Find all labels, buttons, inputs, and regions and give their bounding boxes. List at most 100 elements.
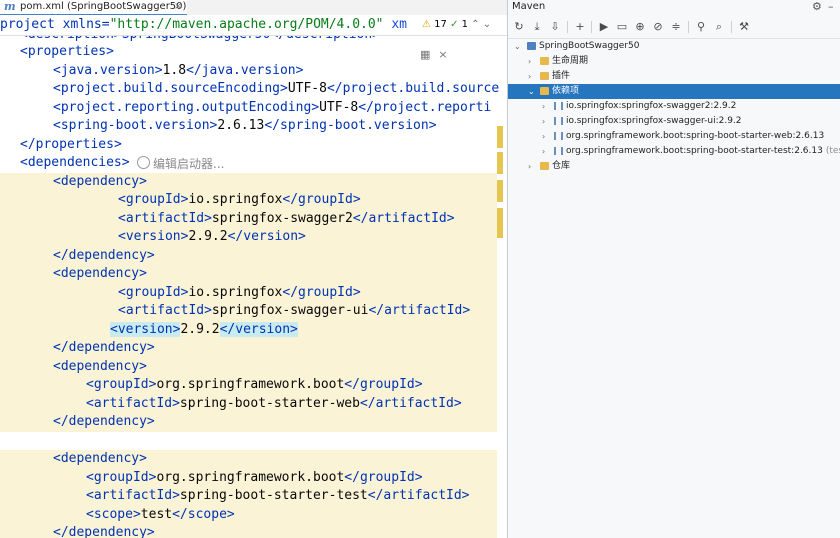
code-line[interactable]: <artifactId>spring-boot-starter-web</art… [0,395,497,414]
code-line[interactable]: <dependency> [0,173,497,192]
chevron-down-icon[interactable]: ⌄ [528,84,535,99]
edit-starters-hint[interactable]: 编辑启动器... [137,155,224,173]
folder-icon [540,72,549,80]
tree-label: SpringBootSwagger50 [539,41,640,51]
dependency-scope: test [140,506,173,522]
change-marker[interactable] [497,152,503,174]
execute-goal-icon[interactable]: ▭ [614,19,630,35]
code-line[interactable]: </dependency> [0,247,497,266]
code-editor[interactable]: m pom.xml (SpringBootSwagger50) × <descr… [0,0,507,538]
code-line[interactable]: <groupId>io.springfox</groupId> [0,191,497,210]
dependency-version: 2.9.2 [180,321,220,337]
dependency-version: 2.9.2 [188,229,228,244]
folder-icon [540,57,549,65]
code-line[interactable]: </dependency> [0,413,497,432]
tree-item-project[interactable]: ⌄ SpringBootSwagger50 [508,39,840,54]
chevron-right-icon[interactable]: › [542,99,545,114]
code-line[interactable]: <dependency> [0,265,497,284]
minimize-icon[interactable]: – [828,0,834,14]
tree-item-dependencies[interactable]: ⌄ 依赖项 [508,84,840,99]
library-icon [554,117,563,125]
chevron-right-icon[interactable]: › [542,129,545,144]
download-icon[interactable]: ⇩ [547,19,563,35]
tree-label: org.springframework.boot:spring-boot-sta… [566,131,825,141]
properties-open-tag: properties [27,44,107,59]
tree-item-dependency[interactable]: › org.springframework.boot:spring-boot-s… [508,129,840,144]
tree-item-dependency[interactable]: › org.springframework.boot:spring-boot-s… [508,144,840,159]
change-marker[interactable] [497,208,503,238]
code-line[interactable]: <dependencies> [0,154,497,173]
property-tag: project.build.sourceEncoding [60,81,280,96]
property-value: UTF-8 [319,99,359,115]
code-line[interactable]: <version>2.9.2</version> [0,228,497,247]
tree-item-dependency[interactable]: › io.springfox:springfox-swagger-ui:2.9.… [508,114,840,129]
chevron-down-icon[interactable]: ⌄ [514,39,521,54]
tree-item-dependency[interactable]: › io.springfox:springfox-swagger2:2.9.2 [508,99,840,114]
dependency-group-id: io.springfox [188,192,283,207]
tree-label: io.springfox:springfox-swagger-ui:2.9.2 [566,116,742,126]
show-dependencies-icon[interactable]: ⚲ [693,19,709,35]
run-icon[interactable]: ▶ [596,19,612,35]
plus-icon[interactable]: + [572,19,588,35]
code-line[interactable]: </properties> [0,136,497,155]
ok-count: 1 [461,19,469,30]
gear-icon[interactable]: ⚙ [812,0,822,14]
chevron-right-icon[interactable]: › [528,159,531,174]
tree-item-plugins[interactable]: › 插件 [508,69,840,84]
code-line[interactable]: <properties> [0,43,497,62]
property-close-tag: project.reporti [373,99,492,115]
library-icon [554,147,563,155]
maven-toolbar: ↻ ⤓ ⇩ + ▶ ▭ ⊕ ⊘ ≑ ⚲ ⌕ ⚒ [508,16,840,39]
code-line[interactable]: </dependency> [0,339,497,358]
property-tag: project.reporting.outputEncoding [60,99,312,115]
xmlns-value: "http://maven.apache.org/POM/4.0.0" [109,17,384,32]
code-line[interactable]: <spring-boot.version>2.6.13</spring-boot… [0,117,497,136]
code-line[interactable]: <artifactId>springfox-swagger2</artifact… [0,210,497,229]
code-line[interactable]: <artifactId>springfox-swagger-ui</artifa… [0,302,497,321]
change-marker[interactable] [497,180,503,202]
maven-header: Maven ⚙ – [508,0,840,16]
inspection-widget[interactable]: ⚠ 17 ✓ 1 ⌃ ⌄ [419,15,492,35]
search-icon[interactable]: ⌕ [711,19,727,35]
warning-icon: ⚠ [422,19,431,30]
tab-pom-xml[interactable]: m pom.xml (SpringBootSwagger50) × [0,0,187,16]
code-line[interactable]: <groupId>org.springframework.boot</group… [0,376,497,395]
dependency-artifact-id: spring-boot-starter-web [179,395,360,411]
tree-label: 插件 [552,71,571,81]
code-line[interactable]: <project.reporting.outputEncoding>UTF-8<… [0,99,497,118]
add-icon[interactable]: ⤓ [529,19,545,35]
close-icon[interactable]: × [174,0,182,14]
reload-icon[interactable]: ↻ [511,19,527,35]
code-line[interactable]: <scope>test</scope> [0,506,497,525]
code-line[interactable]: <dependency> [0,358,497,377]
change-marker[interactable] [497,126,503,148]
skip-tests-icon[interactable]: ⊘ [650,19,666,35]
folder-icon [540,87,549,95]
code-line[interactable]: <version>2.9.2</version> [0,321,497,340]
collapse-icon[interactable]: ≑ [668,19,684,35]
maven-project-icon [527,42,536,50]
library-icon [554,132,563,140]
library-icon [554,102,563,110]
chevron-right-icon[interactable]: › [542,144,545,159]
code-line[interactable]: <dependency> [0,450,497,469]
dependency-group-id: org.springframework.boot [156,469,345,485]
chevron-right-icon[interactable]: › [528,54,531,69]
chevron-up-icon[interactable]: ⌃ [471,19,479,30]
chevron-right-icon[interactable]: › [528,69,531,84]
code-line[interactable]: <groupId>org.springframework.boot</group… [0,469,497,488]
tree-item-lifecycle[interactable]: › 生命周期 [508,54,840,69]
code-line[interactable]: <java.version>1.8</java.version> [0,62,497,81]
code-line[interactable]: <project.build.sourceEncoding>UTF-8</pro… [0,80,499,99]
settings-icon[interactable]: ⚒ [736,19,752,35]
project-tag: project xmlns= [0,17,110,32]
property-value: UTF-8 [287,81,327,96]
property-tag: spring-boot.version [60,118,210,133]
code-line[interactable]: </dependency> [0,524,497,538]
tree-item-repositories[interactable]: › 仓库 [508,159,840,174]
code-line[interactable]: <groupId>io.springfox</groupId> [0,284,497,303]
chevron-down-icon[interactable]: ⌄ [483,19,491,30]
chevron-right-icon[interactable]: › [542,114,545,129]
toggle-offline-icon[interactable]: ⊕ [632,19,648,35]
code-line[interactable]: <artifactId>spring-boot-starter-test</ar… [0,487,497,506]
